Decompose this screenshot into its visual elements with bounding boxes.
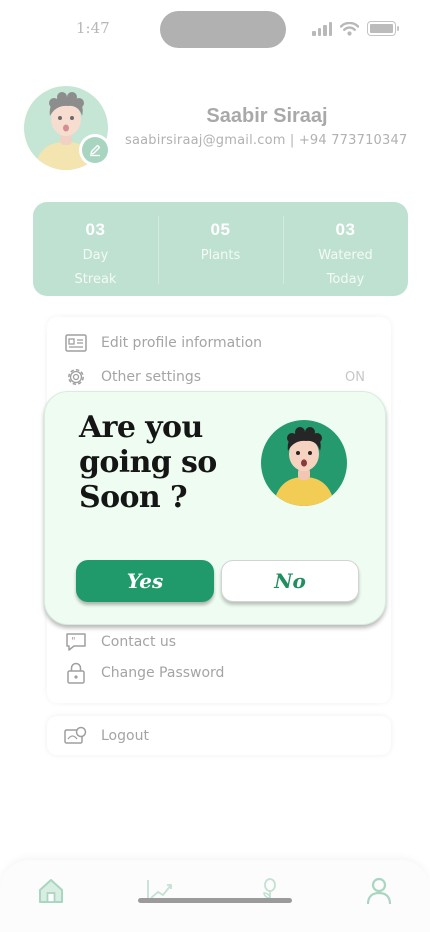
stat-label-line1: Plants: [200, 248, 241, 263]
stat-label-line1: Day: [82, 248, 109, 263]
stat-value: 03: [335, 220, 356, 239]
no-button[interactable]: No: [221, 560, 359, 602]
menu-item-edit-profile[interactable]: Edit profile information: [64, 332, 262, 354]
chat-quote-icon: ": [64, 631, 88, 653]
stat-value: 03: [85, 220, 106, 239]
nav-home[interactable]: [35, 875, 67, 907]
edit-avatar-button[interactable]: [79, 134, 111, 166]
lock-icon: [64, 662, 88, 684]
logout-icon: [64, 725, 88, 747]
battery-icon: [367, 21, 399, 36]
dialog-title: Are you going so Soon ?: [79, 410, 217, 515]
profile-name: Saabir Siraaj: [206, 105, 328, 127]
stat-watered-today: 03 Watered Today: [283, 202, 408, 296]
menu-item-label: Edit profile information: [101, 335, 263, 351]
other-settings-toggle[interactable]: ON: [345, 370, 365, 385]
profile-icon: [366, 877, 392, 905]
home-icon: [39, 879, 63, 903]
menu-item-contact-us[interactable]: " Contact us: [64, 631, 176, 653]
stat-label-line2: Streak: [74, 272, 117, 287]
status-icons: [312, 21, 399, 36]
stat-label-line1: Watered: [318, 248, 373, 263]
cellular-signal-icon: [312, 21, 332, 36]
menu-item-change-password[interactable]: Change Password: [64, 662, 224, 684]
status-time: 1:47: [76, 19, 110, 37]
bottom-nav: [0, 860, 430, 932]
stats-card: 03 Day Streak 05 Plants 03 Watered Today: [33, 202, 408, 296]
menu-item-other-settings[interactable]: Other settings: [64, 366, 201, 388]
svg-text:": ": [71, 636, 76, 647]
menu-item-label: Other settings: [101, 369, 202, 385]
stat-value: 05: [210, 220, 231, 239]
logout-label: Logout: [101, 728, 149, 744]
dynamic-island: [160, 11, 286, 48]
gear-icon: [64, 366, 88, 388]
stat-day-streak: 03 Day Streak: [33, 202, 158, 296]
logout-row: Logout: [64, 725, 149, 747]
profile-screen: 1:47 Saabir Siraaj saabirsiraaj@gmail.co…: [0, 0, 430, 932]
menu-item-label: Change Password: [101, 665, 225, 681]
pencil-icon: [82, 137, 108, 163]
stat-label: Day Streak: [33, 244, 158, 292]
stat-label: Watered Today: [283, 244, 408, 292]
profile-avatar[interactable]: [24, 86, 111, 170]
logout-button[interactable]: Logout: [47, 716, 391, 755]
yes-button[interactable]: Yes: [76, 560, 214, 602]
id-card-icon: [64, 332, 88, 354]
profile-contact: saabirsiraaj@gmail.com | +94 773710347: [125, 133, 408, 148]
nav-profile[interactable]: [363, 875, 395, 907]
home-indicator[interactable]: [138, 898, 292, 903]
menu-item-label: Contact us: [101, 634, 177, 650]
logout-confirm-dialog: Are you going so Soon ? Yes No: [44, 391, 386, 625]
stat-label: Plants: [158, 244, 283, 268]
wifi-icon: [340, 21, 359, 36]
stat-plants: 05 Plants: [158, 202, 283, 296]
user-avatar-illustration: [261, 420, 347, 506]
stat-label-line2: Today: [326, 272, 365, 287]
